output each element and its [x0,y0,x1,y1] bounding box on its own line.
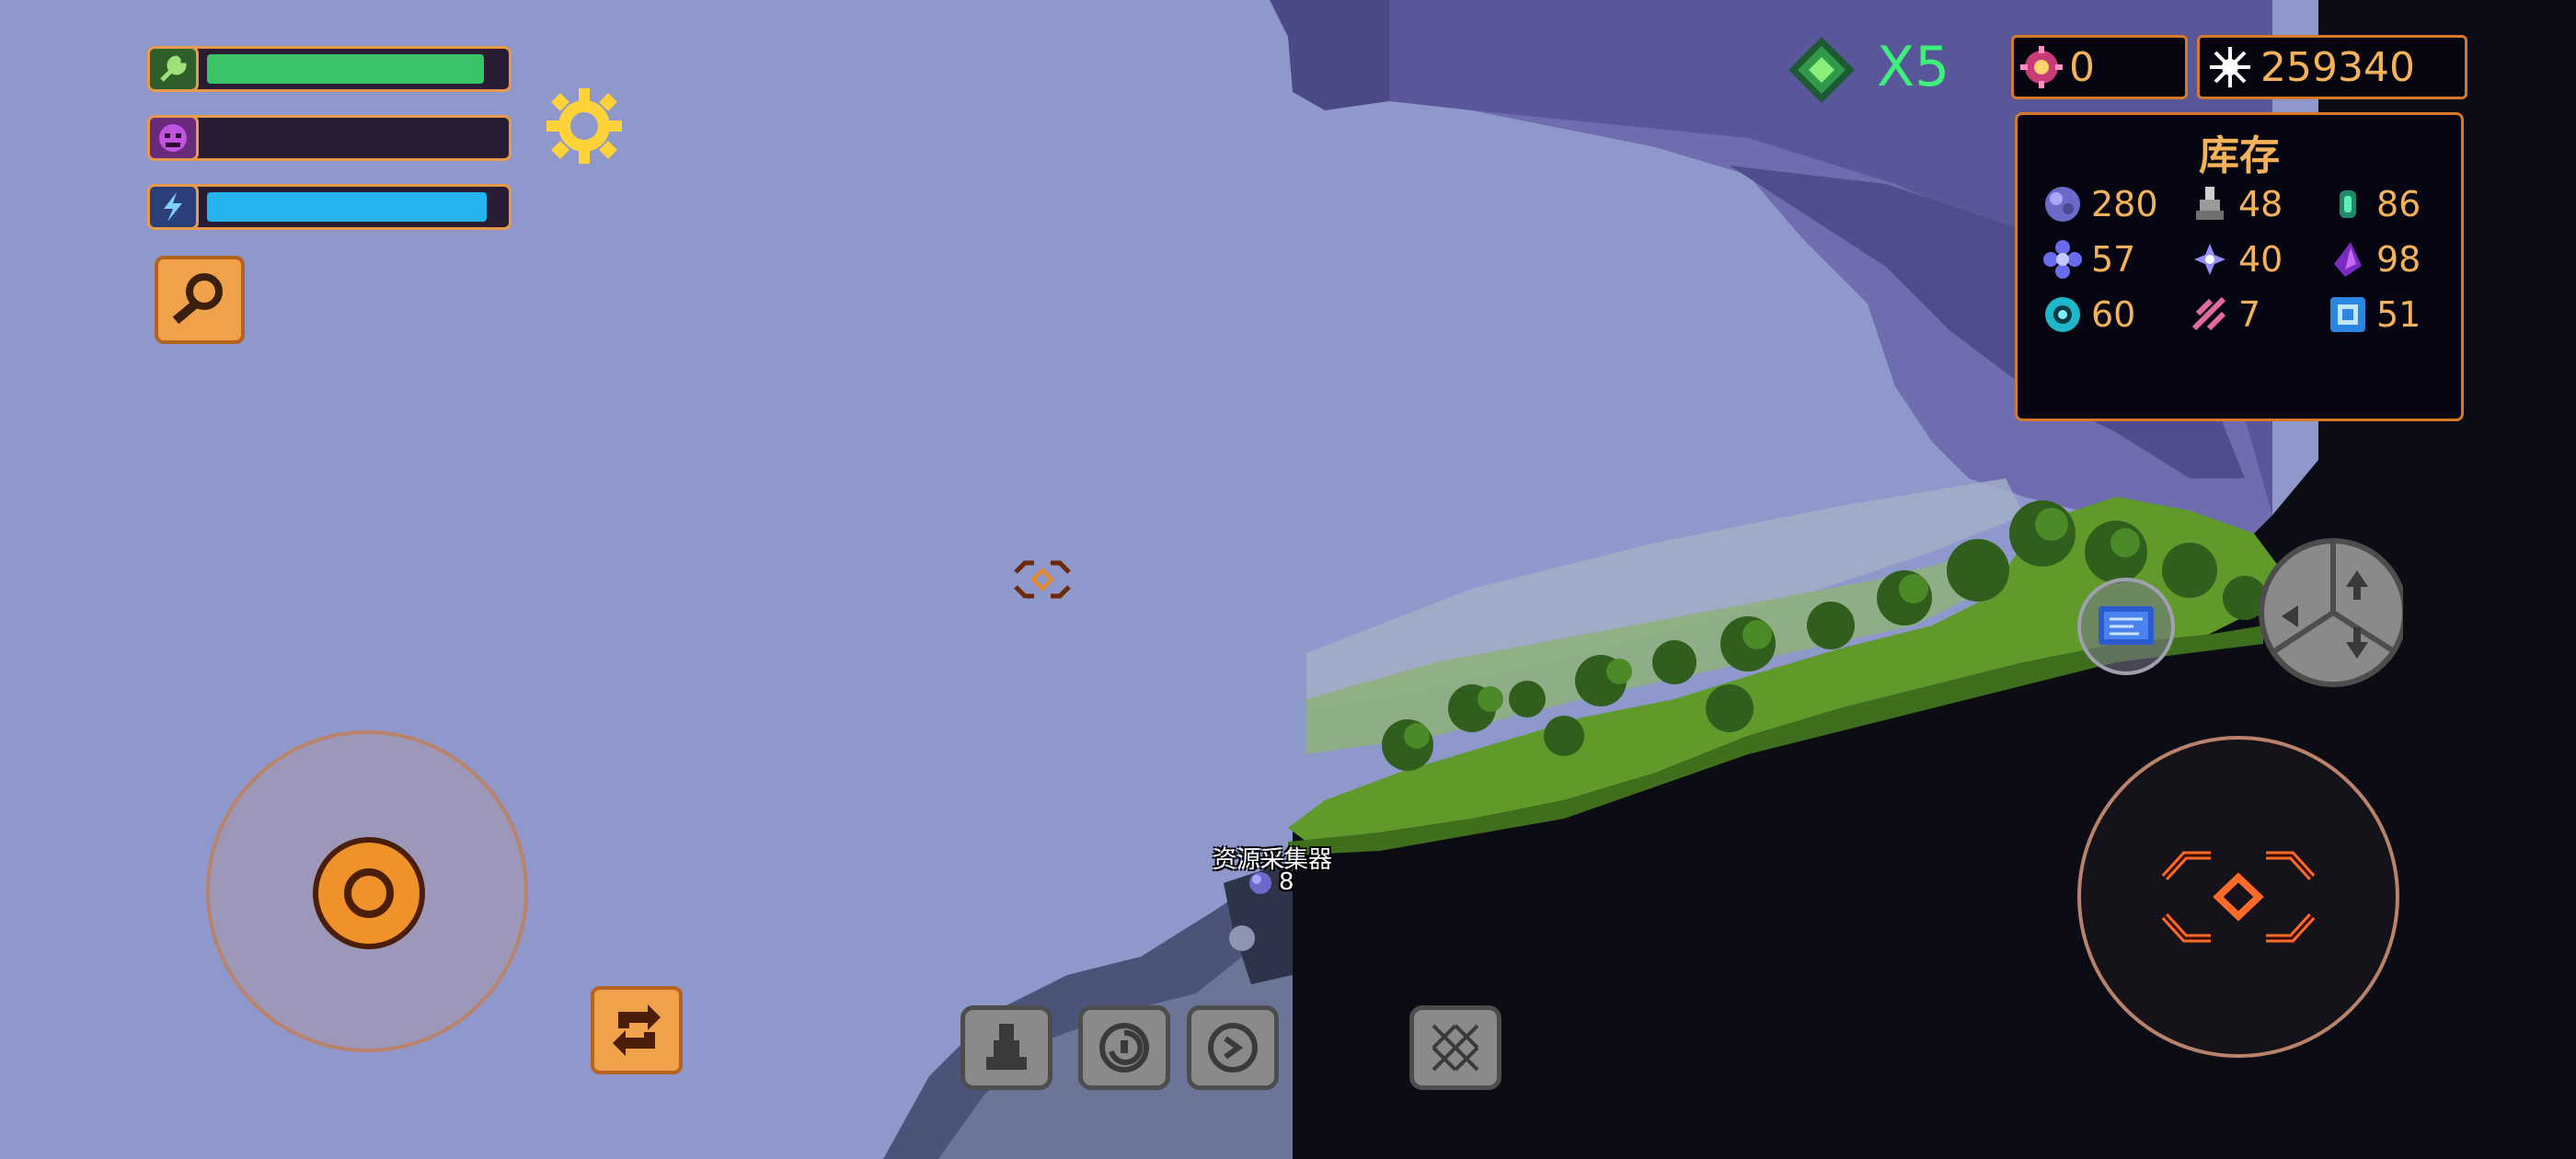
movement-joystick[interactable] [206,730,528,1052]
settings-gear-icon[interactable] [543,85,626,167]
search-button[interactable] [155,256,245,344]
fire-button[interactable] [2077,736,2399,1058]
joystick-knob[interactable] [313,837,425,949]
inventory-item[interactable]: 57 [2041,238,2135,281]
pink-gem-icon [2014,44,2069,90]
energy-bar [147,184,512,230]
crosshair-icon [1010,554,1075,605]
build-tower-button[interactable] [960,1005,1052,1090]
green-core-icon [1785,33,1858,107]
mesh-icon [1432,1024,1479,1072]
swap-button[interactable] [591,986,683,1074]
cyan-gear-icon [2041,293,2084,336]
blue-cube-icon [2327,293,2369,336]
cycle-mode-button[interactable] [1078,1005,1170,1090]
wrench-icon [147,46,199,92]
currency-a-value: 0 [2069,43,2095,91]
inventory-item[interactable]: 40 [2189,238,2283,281]
inventory-title: 库存 [2199,132,2280,179]
inventory-item[interactable]: 98 [2327,238,2421,281]
collector-count: 8 [1279,868,1294,896]
inventory-item[interactable]: 60 [2041,293,2135,336]
multiplier-text: X5 [1877,35,1950,99]
rage-bar [147,115,512,161]
crosshair-icon [2161,851,2316,943]
weapon-switch-wheel[interactable] [2256,532,2408,688]
violet-shard-icon [2327,238,2369,281]
inventory-item[interactable]: 280 [2041,183,2158,225]
inventory-item[interactable]: 51 [2327,293,2421,336]
energy-fill [207,192,487,222]
star-shard-icon [2189,238,2231,281]
magnifier-icon [172,273,223,325]
pink-fiber-icon [2189,293,2231,336]
inventory-item[interactable]: 86 [2327,183,2421,225]
blueprint-scroll-icon [2099,606,2154,645]
grid-ability-button[interactable] [1409,1005,1501,1090]
shield-mode-button[interactable] [1187,1005,1279,1090]
health-bar [147,46,512,92]
inventory-item[interactable]: 48 [2189,183,2283,225]
grey-ore-icon [2189,183,2231,225]
blue-flower-icon [2041,238,2084,281]
currency-a-box: 0 [2011,35,2188,99]
ring-icon [1208,1023,1258,1073]
purple-crystal-icon [1248,870,1273,896]
spiral-icon [1099,1023,1149,1073]
health-fill [207,54,484,84]
currency-b-box: 259340 [2197,35,2467,99]
currency-b-value: 259340 [2260,43,2415,91]
teal-gem-icon [2327,183,2369,225]
purple-crystal-icon [2041,183,2084,225]
inventory-panel: 库存 280 48 86 57 40 98 60 7 51 [2015,112,2464,421]
demon-face-icon [147,115,199,161]
cycle-arrows-icon [613,1004,661,1056]
inventory-item[interactable]: 7 [2189,293,2260,336]
white-spark-icon [2200,44,2260,90]
tower-icon [986,1024,1027,1070]
lightning-icon [147,184,199,230]
blueprint-button[interactable] [2077,578,2175,675]
